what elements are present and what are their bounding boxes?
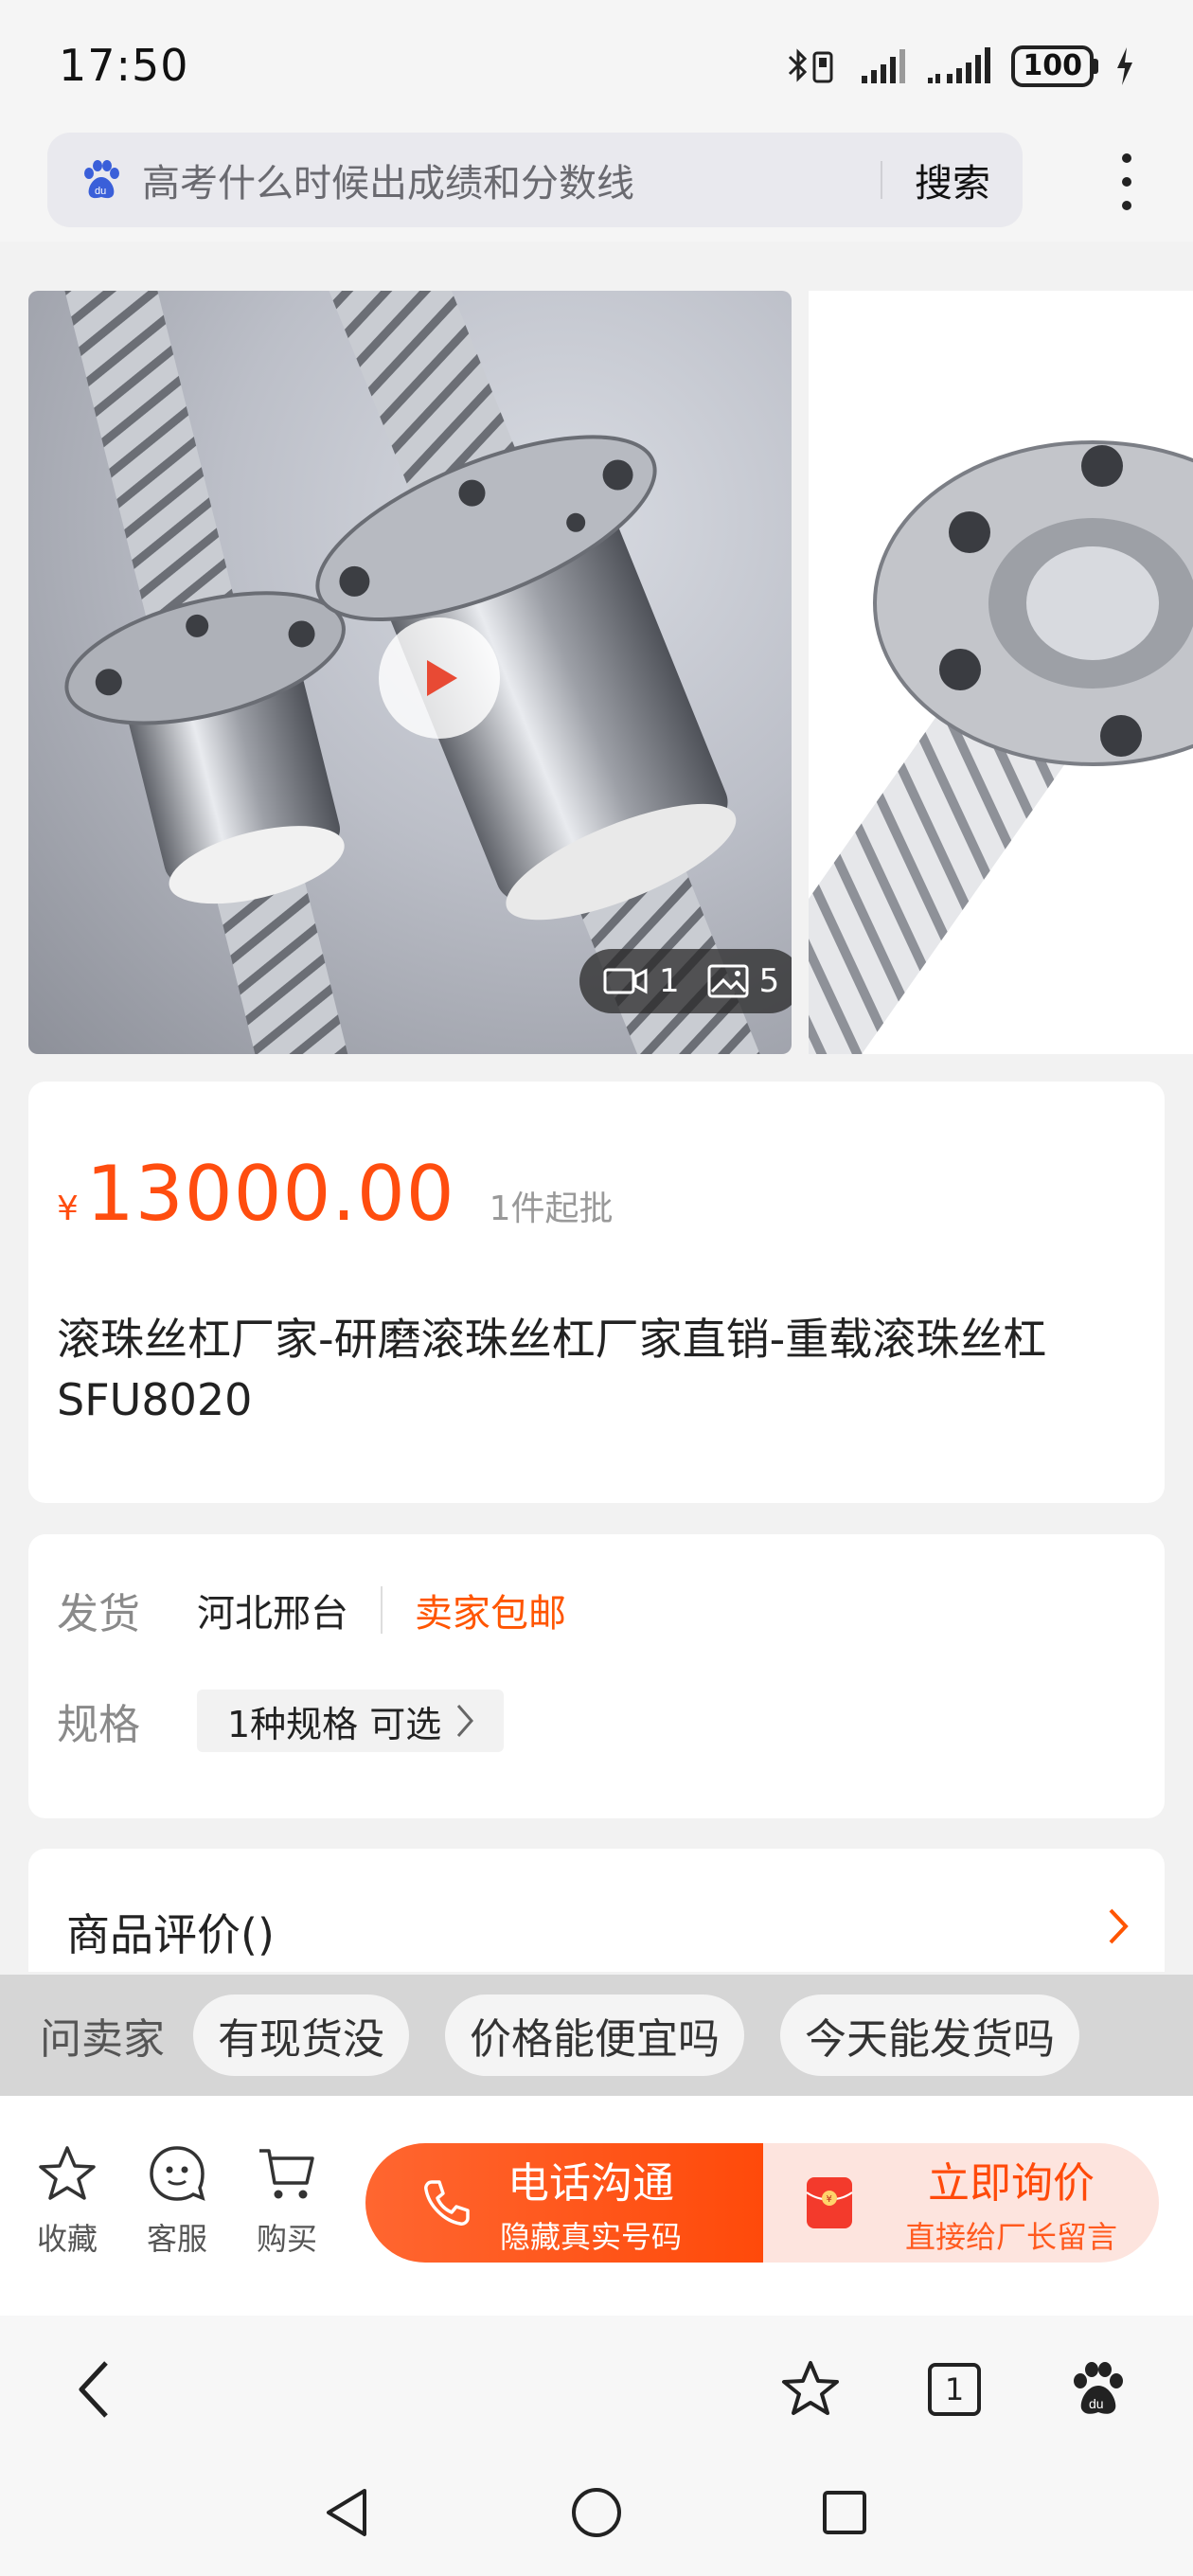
bottom-action-bar: 收藏 客服 购买 电话沟通 隐藏真实号码 ¥ 立即询价 直接给厂长留言 xyxy=(0,2096,1193,2316)
media-count-badge: 1 5 xyxy=(579,949,792,1013)
shipping-label: 发货 xyxy=(57,1590,140,1638)
favorite-button[interactable]: 收藏 xyxy=(15,2143,119,2259)
status-time: 17:50 xyxy=(59,40,189,91)
more-options-icon[interactable] xyxy=(1108,153,1146,210)
square-recents-icon xyxy=(823,2491,866,2534)
system-recents-button[interactable] xyxy=(807,2475,882,2550)
bookmark-button[interactable] xyxy=(773,2352,848,2427)
spec-value: 1种规格 可选 xyxy=(227,1703,442,1745)
minimum-order: 1件起批 xyxy=(489,1190,614,1228)
battery-level: 100 xyxy=(1011,45,1094,87)
circle-home-icon xyxy=(572,2488,621,2537)
chat-face-icon xyxy=(150,2146,205,2201)
phone-call-button[interactable]: 电话沟通 隐藏真实号码 xyxy=(365,2143,763,2263)
ask-question-chip[interactable]: 有现货没 xyxy=(193,1995,409,2076)
svg-text:du: du xyxy=(95,186,106,197)
tabs-button[interactable]: 1 xyxy=(917,2352,992,2427)
back-button[interactable] xyxy=(57,2352,133,2427)
currency-symbol: ¥ xyxy=(57,1190,79,1228)
signal-strength-icon xyxy=(862,49,906,83)
inquiry-title: 立即询价 xyxy=(928,2159,1095,2208)
inquiry-subtitle: 直接给厂长留言 xyxy=(905,2219,1118,2255)
search-divider xyxy=(881,161,882,199)
triangle-back-icon xyxy=(327,2489,366,2536)
status-bar: 17:50 100 xyxy=(0,0,1193,133)
search-button[interactable]: 搜索 xyxy=(915,152,990,207)
spec-row: 规格 1种规格 可选 xyxy=(57,1690,505,1752)
product-gallery[interactable]: 1 5 xyxy=(0,242,1193,1056)
cart-icon xyxy=(259,2149,314,2199)
search-input[interactable]: du 高考什么时候出成绩和分数线 搜索 xyxy=(47,133,1023,227)
price-row: ¥ 13000.00 1件起批 xyxy=(57,1150,614,1238)
baidu-home-button[interactable]: du xyxy=(1060,2352,1136,2427)
shipping-origin: 河北邢台 xyxy=(197,1592,348,1636)
ask-question-chip[interactable]: 价格能便宜吗 xyxy=(445,1995,744,2076)
system-nav-bar xyxy=(0,2458,1193,2576)
free-shipping-tag: 卖家包邮 xyxy=(415,1592,566,1636)
system-back-button[interactable] xyxy=(309,2475,384,2550)
ball-nut-image xyxy=(809,440,1193,1054)
call-title: 电话沟通 xyxy=(507,2159,674,2208)
product-price: 13000.00 xyxy=(85,1150,455,1238)
svg-text:du: du xyxy=(1089,2396,1104,2411)
product-page: 17:50 100 du 高考什么时候出成绩和分数线 搜索 1 5 ¥ 1300… xyxy=(0,0,1193,2576)
search-query: 高考什么时候出成绩和分数线 xyxy=(142,162,634,206)
chevron-right-icon xyxy=(1109,1908,1129,1944)
customer-service-button[interactable]: 客服 xyxy=(125,2143,229,2259)
star-icon xyxy=(39,2146,96,2200)
play-icon xyxy=(427,660,457,696)
product-image-main[interactable]: 1 5 xyxy=(28,291,792,1054)
product-image-next[interactable] xyxy=(809,291,1193,1054)
video-count: 1 xyxy=(659,962,680,1000)
tab-count: 1 xyxy=(944,2371,965,2407)
star-icon xyxy=(782,2361,839,2415)
favorite-label: 收藏 xyxy=(36,2221,98,2257)
ask-seller-bar: 问卖家 有现货没 价格能便宜吗 今天能发货吗 xyxy=(0,1975,1193,2096)
shipping-spec-card: 发货 河北邢台 卖家包邮 规格 1种规格 可选 xyxy=(28,1534,1165,1818)
charging-icon xyxy=(1117,47,1132,85)
signal-strength-icon xyxy=(928,47,991,83)
status-icons: 100 xyxy=(786,42,1134,91)
buy-label: 购买 xyxy=(256,2221,317,2257)
search-bar: du 高考什么时候出成绩和分数线 搜索 xyxy=(0,133,1193,242)
battery-indicator: 100 xyxy=(1011,45,1098,87)
inquiry-button[interactable]: ¥ 立即询价 直接给厂长留言 xyxy=(763,2143,1159,2263)
baidu-logo-icon: du xyxy=(84,160,119,199)
phone-icon xyxy=(424,2180,470,2226)
spec-label: 规格 xyxy=(57,1701,140,1749)
shipping-divider xyxy=(381,1586,383,1634)
price-card: ¥ 13000.00 1件起批 滚珠丝杠厂家-研磨滚珠丝杠厂家直销-重载滚珠丝杠… xyxy=(28,1082,1165,1503)
baidu-paw-icon: du xyxy=(1074,2362,1123,2414)
play-video-button[interactable] xyxy=(379,617,500,739)
call-subtitle: 隐藏真实号码 xyxy=(500,2219,683,2255)
image-icon xyxy=(707,964,749,998)
spec-selector[interactable]: 1种规格 可选 xyxy=(197,1690,505,1752)
customer-service-label: 客服 xyxy=(146,2221,207,2257)
back-arrow-icon xyxy=(79,2361,108,2418)
reviews-title: 商品评价() xyxy=(66,1909,275,1960)
red-envelope-icon: ¥ xyxy=(806,2177,853,2228)
battery-cap xyxy=(1094,59,1098,74)
image-count: 5 xyxy=(758,962,780,1000)
browser-nav-bar: 1 du xyxy=(0,2316,1193,2458)
tab-count-box: 1 xyxy=(928,2363,981,2416)
shipping-row: 发货 河北邢台 卖家包邮 xyxy=(57,1580,566,1640)
buy-button[interactable]: 购买 xyxy=(235,2143,339,2259)
ask-question-chip[interactable]: 今天能发货吗 xyxy=(780,1995,1079,2076)
video-icon xyxy=(603,968,648,994)
reviews-card[interactable]: 商品评价() xyxy=(28,1849,1165,1972)
ask-seller-label: 问卖家 xyxy=(40,2015,165,2064)
bluetooth-vibrate-icon xyxy=(789,48,833,83)
svg-text:¥: ¥ xyxy=(827,2194,832,2205)
system-home-button[interactable] xyxy=(559,2475,634,2550)
product-title: 滚珠丝杠厂家-研磨滚珠丝杠厂家直销-重载滚珠丝杠SFU8020 xyxy=(57,1314,1047,1425)
chevron-right-icon xyxy=(457,1705,474,1737)
